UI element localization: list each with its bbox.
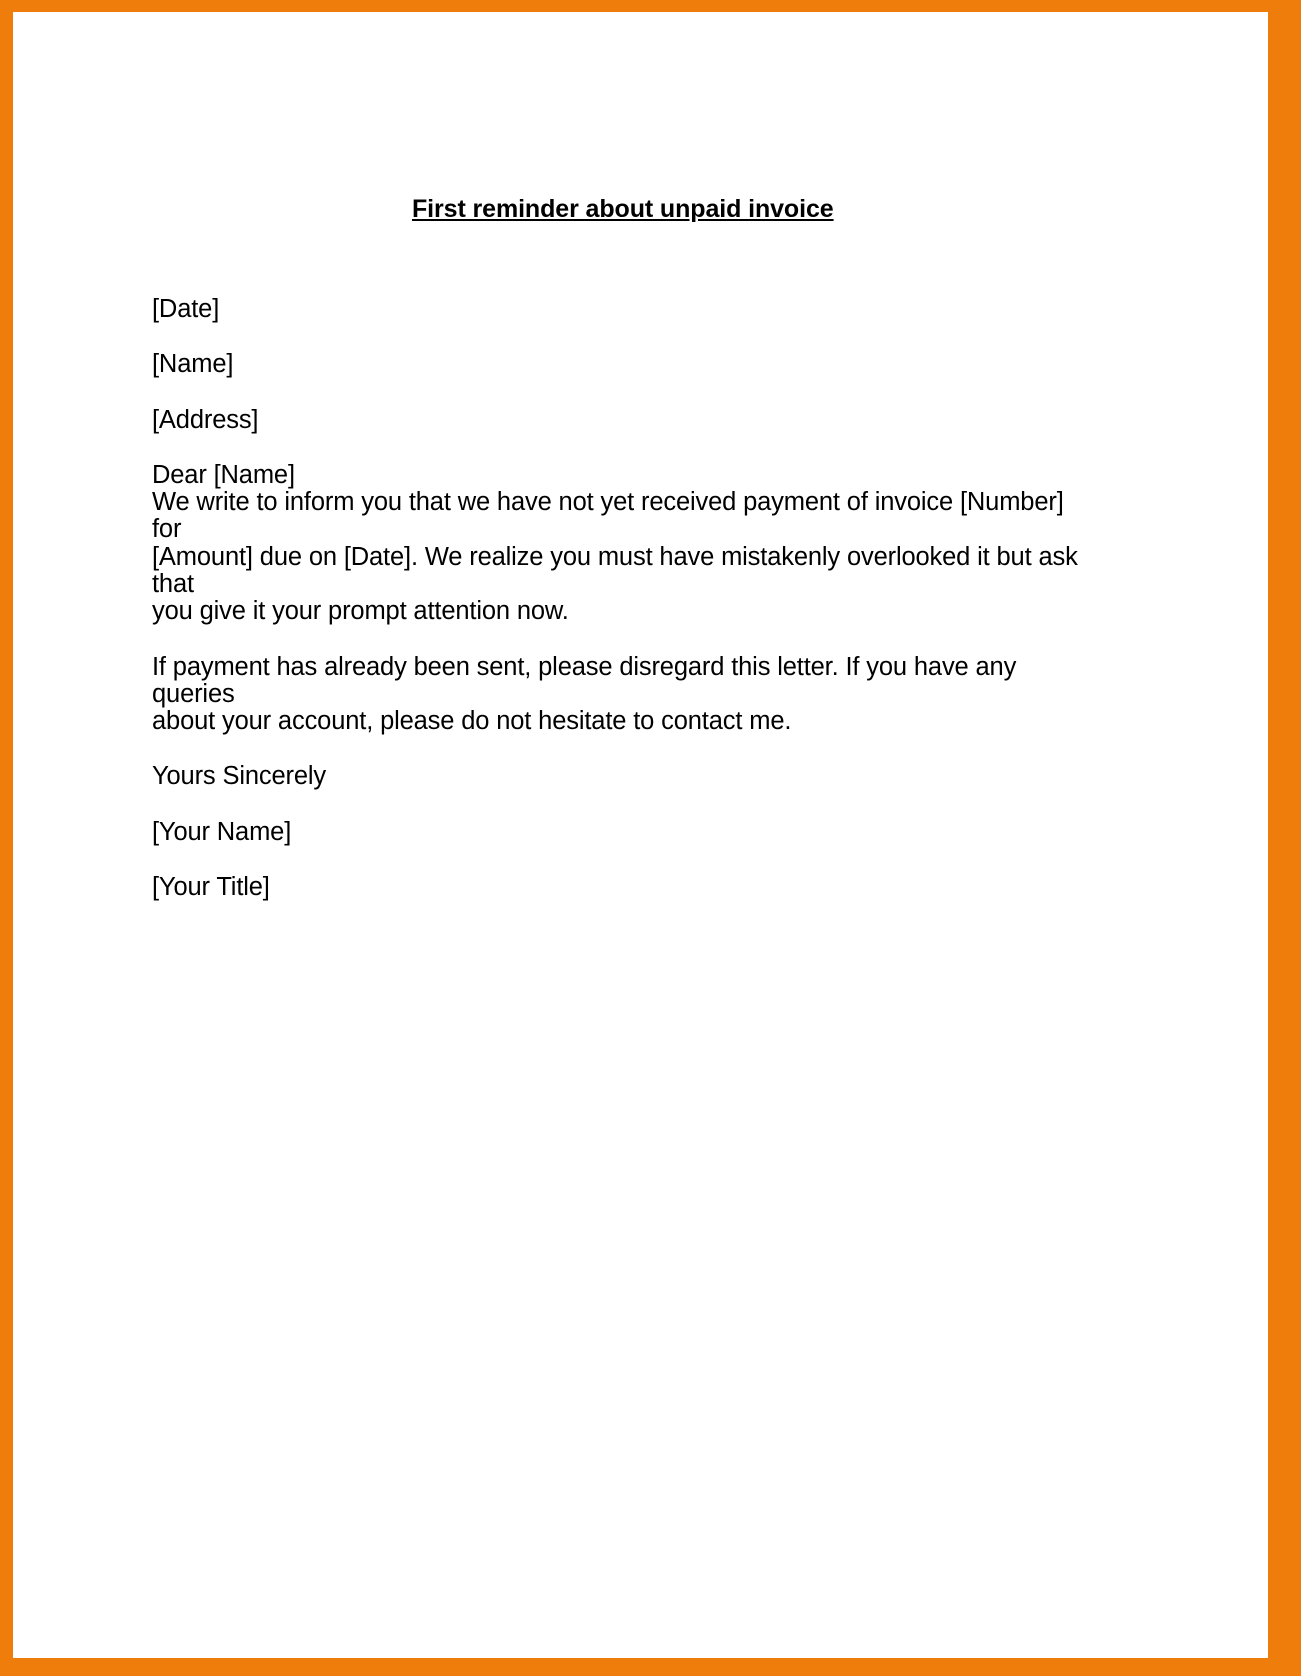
recipient-address-field: [Address] (152, 405, 259, 434)
orange-page-border: First reminder about unpaid invoice [Dat… (0, 0, 1301, 1676)
closing-salutation: Yours Sincerely (152, 762, 326, 791)
paragraph-1-line-1: We write to inform you that we have not … (152, 488, 1064, 544)
salutation: Dear [Name] (152, 460, 295, 489)
signature-name-field: [Your Name] (152, 817, 292, 846)
paragraph-1-line-3: you give it your prompt attention now. (152, 597, 569, 626)
recipient-name-field: [Name] (152, 350, 234, 379)
paragraph-1-line-2: [Amount] due on [Date]. We realize you m… (152, 542, 1078, 598)
document-sheet: First reminder about unpaid invoice [Dat… (13, 12, 1268, 1658)
letter-body: First reminder about unpaid invoice [Dat… (152, 194, 1082, 901)
paragraph-2-line-1: If payment has already been sent, please… (152, 652, 1017, 708)
paragraph-2-line-2: about your account, please do not hesita… (152, 707, 792, 736)
date-field: [Date] (152, 295, 220, 323)
paragraph-2: If payment has already been sent, please… (152, 652, 1082, 736)
page-title: First reminder about unpaid invoice (412, 195, 834, 223)
signature-title-field: [Your Title] (152, 872, 270, 901)
salutation-and-paragraph-1: Dear [Name] We write to inform you that … (152, 460, 1082, 626)
